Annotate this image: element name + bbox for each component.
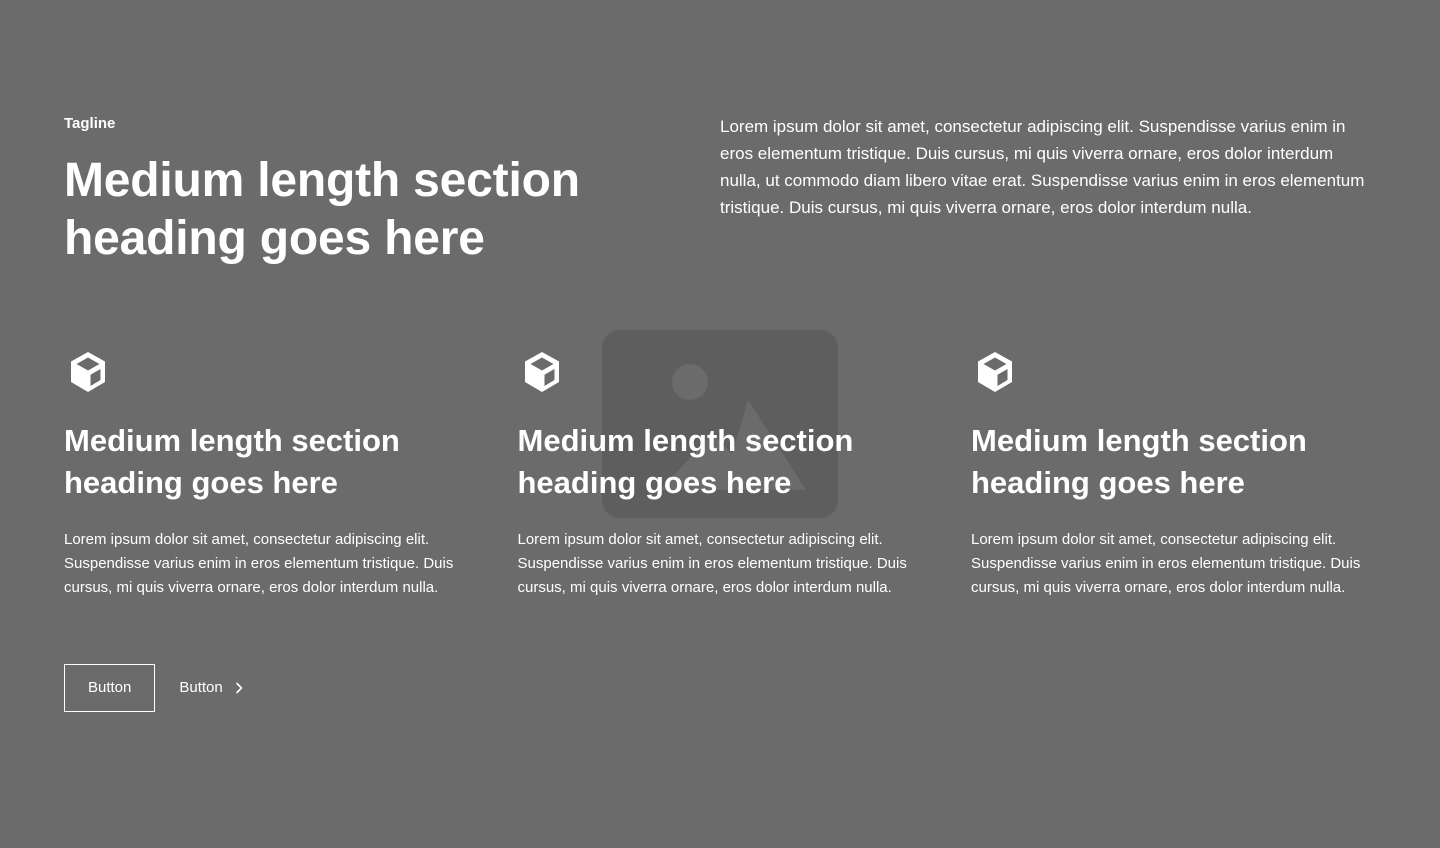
feature-list: Medium length section heading goes here … bbox=[64, 348, 1376, 600]
header-left: Tagline Medium length section heading go… bbox=[64, 112, 640, 268]
header-right: Lorem ipsum dolor sit amet, consectetur … bbox=[720, 112, 1376, 268]
feature-description: Lorem ipsum dolor sit amet, consectetur … bbox=[64, 531, 454, 596]
feature-item: Medium length section heading goes here … bbox=[971, 348, 1376, 600]
action-buttons: Button Button bbox=[64, 664, 1376, 712]
cube-icon bbox=[518, 348, 566, 396]
cube-icon bbox=[64, 348, 112, 396]
secondary-link-button[interactable]: Button bbox=[179, 676, 246, 700]
feature-item: Medium length section heading goes here … bbox=[64, 348, 469, 600]
chevron-right-icon bbox=[231, 680, 247, 696]
feature-section: Tagline Medium length section heading go… bbox=[0, 0, 1440, 848]
feature-heading: Medium length section heading goes here bbox=[517, 423, 854, 500]
cube-icon bbox=[971, 348, 1019, 396]
feature-heading: Medium length section heading goes here bbox=[971, 423, 1307, 500]
primary-button[interactable]: Button bbox=[64, 664, 156, 712]
tagline: Tagline bbox=[64, 115, 116, 132]
feature-description: Lorem ipsum dolor sit amet, consectetur … bbox=[517, 531, 907, 596]
feature-item: Medium length section heading goes here … bbox=[518, 348, 923, 600]
section-heading: Medium length section heading goes here bbox=[64, 154, 580, 265]
feature-heading: Medium length section heading goes here bbox=[64, 423, 400, 500]
section-header: Tagline Medium length section heading go… bbox=[64, 112, 1376, 268]
secondary-button-label: Button bbox=[179, 679, 223, 696]
section-intro: Lorem ipsum dolor sit amet, consectetur … bbox=[720, 117, 1365, 217]
feature-description: Lorem ipsum dolor sit amet, consectetur … bbox=[971, 531, 1361, 596]
